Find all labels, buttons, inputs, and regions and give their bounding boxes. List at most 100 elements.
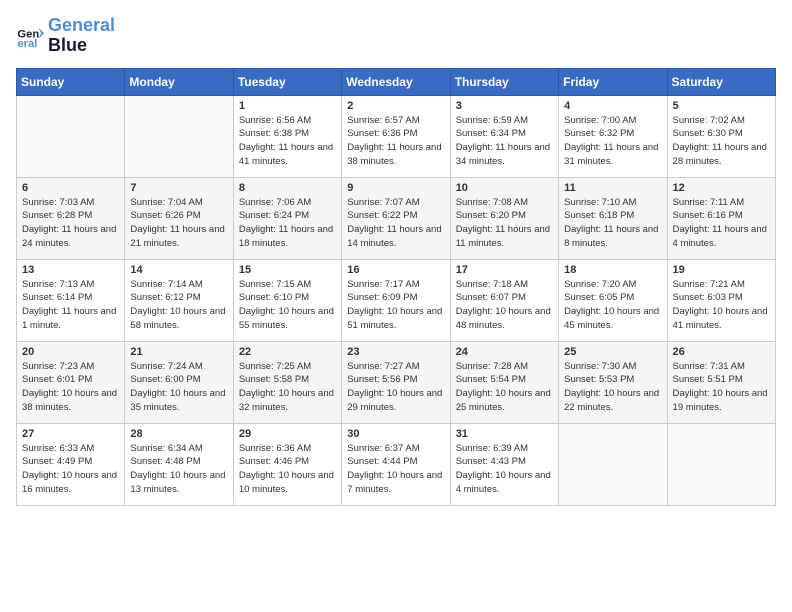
day-info: Sunrise: 7:20 AM Sunset: 6:05 PM Dayligh…	[564, 278, 661, 333]
day-info: Sunrise: 7:04 AM Sunset: 6:26 PM Dayligh…	[130, 196, 227, 251]
calendar-cell: 4 Sunrise: 7:00 AM Sunset: 6:32 PM Daylig…	[559, 95, 667, 177]
calendar-week-row: 13 Sunrise: 7:13 AM Sunset: 6:14 PM Dayli…	[17, 259, 776, 341]
calendar-cell: 15 Sunrise: 7:15 AM Sunset: 6:10 PM Dayli…	[233, 259, 341, 341]
calendar-cell: 30 Sunrise: 6:37 AM Sunset: 4:44 PM Dayli…	[342, 423, 450, 505]
calendar-week-row: 6 Sunrise: 7:03 AM Sunset: 6:28 PM Daylig…	[17, 177, 776, 259]
day-info: Sunrise: 7:28 AM Sunset: 5:54 PM Dayligh…	[456, 360, 553, 415]
weekday-header: Wednesday	[342, 68, 450, 95]
calendar-cell: 24Sunrise: 7:28 AM Sunset: 5:54 PM Dayli…	[450, 341, 558, 423]
calendar-cell	[17, 95, 125, 177]
day-number: 14	[130, 264, 227, 276]
day-info: Sunrise: 7:24 AM Sunset: 6:00 PM Dayligh…	[130, 360, 227, 415]
day-info: Sunrise: 6:37 AM Sunset: 4:44 PM Dayligh…	[347, 442, 444, 497]
day-number: 17	[456, 264, 553, 276]
day-info: Sunrise: 7:30 AM Sunset: 5:53 PM Dayligh…	[564, 360, 661, 415]
day-info: Sunrise: 7:23 AM Sunset: 6:01 PM Dayligh…	[22, 360, 119, 415]
day-number: 11	[564, 182, 661, 194]
calendar-cell: 20Sunrise: 7:23 AM Sunset: 6:01 PM Dayli…	[17, 341, 125, 423]
calendar-cell: 2 Sunrise: 6:57 AM Sunset: 6:36 PM Daylig…	[342, 95, 450, 177]
calendar-cell: 27Sunrise: 6:33 AM Sunset: 4:49 PM Dayli…	[17, 423, 125, 505]
calendar-cell: 17 Sunrise: 7:18 AM Sunset: 6:07 PM Dayli…	[450, 259, 558, 341]
day-number: 18	[564, 264, 661, 276]
day-number: 28	[130, 428, 227, 440]
weekday-header: Tuesday	[233, 68, 341, 95]
day-number: 3	[456, 100, 553, 112]
logo-text: GeneralBlue	[48, 16, 115, 56]
weekday-header: Thursday	[450, 68, 558, 95]
day-number: 9	[347, 182, 444, 194]
weekday-header-row: SundayMondayTuesdayWednesdayThursdayFrid…	[17, 68, 776, 95]
day-info: Sunrise: 6:39 AM Sunset: 4:43 PM Dayligh…	[456, 442, 553, 497]
day-number: 31	[456, 428, 553, 440]
day-info: Sunrise: 7:07 AM Sunset: 6:22 PM Dayligh…	[347, 196, 444, 251]
day-info: Sunrise: 7:15 AM Sunset: 6:10 PM Dayligh…	[239, 278, 336, 333]
day-number: 26	[673, 346, 770, 358]
day-info: Sunrise: 7:25 AM Sunset: 5:58 PM Dayligh…	[239, 360, 336, 415]
calendar-cell: 3Sunrise: 6:59 AM Sunset: 6:34 PM Daylig…	[450, 95, 558, 177]
day-number: 2	[347, 100, 444, 112]
calendar-cell: 1 Sunrise: 6:56 AM Sunset: 6:38 PM Daylig…	[233, 95, 341, 177]
day-number: 7	[130, 182, 227, 194]
calendar-week-row: 27Sunrise: 6:33 AM Sunset: 4:49 PM Dayli…	[17, 423, 776, 505]
day-number: 1	[239, 100, 336, 112]
calendar-cell: 14Sunrise: 7:14 AM Sunset: 6:12 PM Dayli…	[125, 259, 233, 341]
calendar-cell: 5Sunrise: 7:02 AM Sunset: 6:30 PM Daylig…	[667, 95, 775, 177]
day-info: Sunrise: 7:17 AM Sunset: 6:09 PM Dayligh…	[347, 278, 444, 333]
day-number: 4	[564, 100, 661, 112]
day-info: Sunrise: 6:57 AM Sunset: 6:36 PM Dayligh…	[347, 114, 444, 169]
calendar-week-row: 1 Sunrise: 6:56 AM Sunset: 6:38 PM Daylig…	[17, 95, 776, 177]
day-number: 15	[239, 264, 336, 276]
calendar-cell: 21 Sunrise: 7:24 AM Sunset: 6:00 PM Dayli…	[125, 341, 233, 423]
day-info: Sunrise: 7:10 AM Sunset: 6:18 PM Dayligh…	[564, 196, 661, 251]
day-number: 8	[239, 182, 336, 194]
page-header: Gen eral GeneralBlue	[16, 16, 776, 56]
day-info: Sunrise: 7:21 AM Sunset: 6:03 PM Dayligh…	[673, 278, 770, 333]
calendar-cell: 19Sunrise: 7:21 AM Sunset: 6:03 PM Dayli…	[667, 259, 775, 341]
logo-icon: Gen eral	[16, 22, 44, 50]
day-number: 10	[456, 182, 553, 194]
day-number: 30	[347, 428, 444, 440]
day-info: Sunrise: 7:03 AM Sunset: 6:28 PM Dayligh…	[22, 196, 119, 251]
calendar-table: SundayMondayTuesdayWednesdayThursdayFrid…	[16, 68, 776, 506]
day-number: 21	[130, 346, 227, 358]
logo: Gen eral GeneralBlue	[16, 16, 115, 56]
calendar-cell: 8 Sunrise: 7:06 AM Sunset: 6:24 PM Daylig…	[233, 177, 341, 259]
calendar-cell: 11 Sunrise: 7:10 AM Sunset: 6:18 PM Dayli…	[559, 177, 667, 259]
calendar-cell: 6 Sunrise: 7:03 AM Sunset: 6:28 PM Daylig…	[17, 177, 125, 259]
calendar-cell: 22Sunrise: 7:25 AM Sunset: 5:58 PM Dayli…	[233, 341, 341, 423]
calendar-cell: 10Sunrise: 7:08 AM Sunset: 6:20 PM Dayli…	[450, 177, 558, 259]
svg-text:eral: eral	[17, 38, 37, 50]
day-number: 12	[673, 182, 770, 194]
day-info: Sunrise: 7:27 AM Sunset: 5:56 PM Dayligh…	[347, 360, 444, 415]
calendar-cell: 12 Sunrise: 7:11 AM Sunset: 6:16 PM Dayli…	[667, 177, 775, 259]
calendar-cell: 18 Sunrise: 7:20 AM Sunset: 6:05 PM Dayli…	[559, 259, 667, 341]
calendar-cell: 7 Sunrise: 7:04 AM Sunset: 6:26 PM Daylig…	[125, 177, 233, 259]
calendar-cell	[667, 423, 775, 505]
day-number: 25	[564, 346, 661, 358]
calendar-cell: 25 Sunrise: 7:30 AM Sunset: 5:53 PM Dayli…	[559, 341, 667, 423]
day-number: 6	[22, 182, 119, 194]
day-info: Sunrise: 7:13 AM Sunset: 6:14 PM Dayligh…	[22, 278, 119, 333]
calendar-cell: 29Sunrise: 6:36 AM Sunset: 4:46 PM Dayli…	[233, 423, 341, 505]
day-info: Sunrise: 7:18 AM Sunset: 6:07 PM Dayligh…	[456, 278, 553, 333]
weekday-header: Saturday	[667, 68, 775, 95]
day-info: Sunrise: 6:33 AM Sunset: 4:49 PM Dayligh…	[22, 442, 119, 497]
calendar-cell: 26 Sunrise: 7:31 AM Sunset: 5:51 PM Dayli…	[667, 341, 775, 423]
day-info: Sunrise: 7:31 AM Sunset: 5:51 PM Dayligh…	[673, 360, 770, 415]
calendar-cell: 31 Sunrise: 6:39 AM Sunset: 4:43 PM Dayli…	[450, 423, 558, 505]
day-info: Sunrise: 7:06 AM Sunset: 6:24 PM Dayligh…	[239, 196, 336, 251]
day-number: 16	[347, 264, 444, 276]
calendar-cell: 9 Sunrise: 7:07 AM Sunset: 6:22 PM Daylig…	[342, 177, 450, 259]
calendar-cell	[559, 423, 667, 505]
day-info: Sunrise: 6:36 AM Sunset: 4:46 PM Dayligh…	[239, 442, 336, 497]
calendar-cell	[125, 95, 233, 177]
day-number: 23	[347, 346, 444, 358]
day-info: Sunrise: 7:02 AM Sunset: 6:30 PM Dayligh…	[673, 114, 770, 169]
day-number: 13	[22, 264, 119, 276]
weekday-header: Monday	[125, 68, 233, 95]
day-info: Sunrise: 7:00 AM Sunset: 6:32 PM Dayligh…	[564, 114, 661, 169]
weekday-header: Friday	[559, 68, 667, 95]
day-info: Sunrise: 7:11 AM Sunset: 6:16 PM Dayligh…	[673, 196, 770, 251]
calendar-cell: 28Sunrise: 6:34 AM Sunset: 4:48 PM Dayli…	[125, 423, 233, 505]
day-info: Sunrise: 6:56 AM Sunset: 6:38 PM Dayligh…	[239, 114, 336, 169]
